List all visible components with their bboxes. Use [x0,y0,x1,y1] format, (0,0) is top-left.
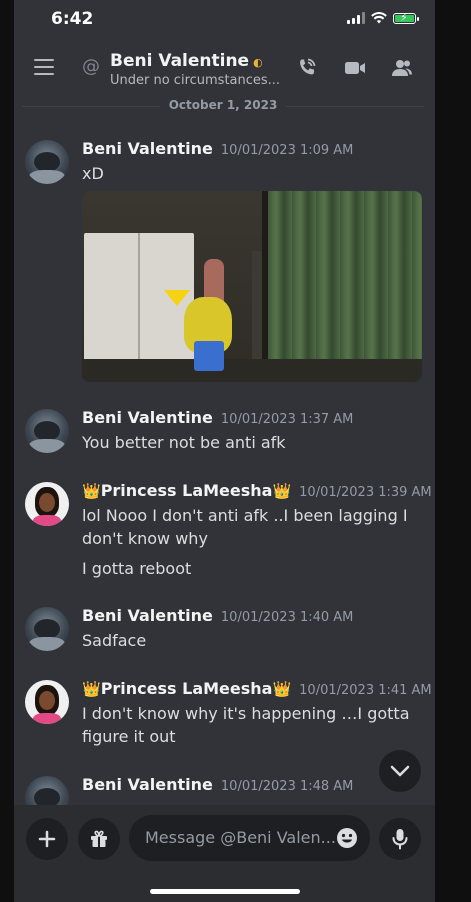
message-author[interactable]: Beni Valentine 10/01/2023 1:37 AM [82,408,353,427]
crown-emoji: 👑 [82,680,101,698]
microphone-icon [392,829,408,850]
message-author[interactable]: 👑Princess LaMeesha👑 10/01/2023 1:41 AM [82,679,432,698]
message-text: Sadface [82,631,147,650]
author-name: Princess LaMeesha [100,679,273,698]
author-name: Beni Valentine [82,408,213,427]
gift-icon [91,830,107,847]
message-timestamp: 10/01/2023 1:37 AM [220,412,354,427]
custom-status: Under no circumstances... [110,73,281,88]
home-indicator[interactable] [150,889,300,894]
gift-button[interactable] [78,818,120,860]
date-divider: October 1, 2023 [22,96,424,118]
avatar[interactable] [25,607,69,651]
emoji-icon[interactable] [336,827,358,849]
message-composer: Message @Beni Valen... [14,805,435,902]
video-camera-icon[interactable] [343,56,367,80]
image-attachment[interactable] [82,191,422,382]
signal-icon [347,12,365,24]
wifi-icon [371,12,387,24]
message-text: lol Nooo I don't anti afk ..I been laggi… [82,506,408,548]
chevron-down-icon [390,765,410,777]
crown-emoji: 👑 [272,482,292,500]
avatar[interactable] [25,680,69,724]
avatar[interactable] [25,482,69,526]
dm-title[interactable]: Beni Valentine ◐ [110,51,263,71]
status-time: 6:42 [51,9,94,29]
message-text: xD [82,164,104,183]
message-timestamp: 10/01/2023 1:09 AM [220,143,354,158]
avatar[interactable] [25,140,69,184]
message-text: I gotta reboot [82,559,192,578]
message-timestamp: 10/01/2023 1:39 AM [299,485,432,500]
battery-icon: ⚡ [393,11,419,24]
message-timestamp: 10/01/2023 1:48 AM [220,779,354,794]
message-text: You better not be anti afk [82,433,286,452]
message-input-placeholder: Message @Beni Valen... [145,828,336,847]
dm-title-text: Beni Valentine [110,51,250,71]
hamburger-menu-icon[interactable] [34,59,54,75]
message-timestamp: 10/01/2023 1:41 AM [299,683,432,698]
status-bar: 6:42 ⚡ [14,0,435,40]
idle-status-icon: ◐ [253,56,263,69]
avatar[interactable] [25,409,69,453]
message-timestamp: 10/01/2023 1:40 AM [220,610,354,625]
phone-call-icon[interactable] [295,56,319,80]
date-divider-label: October 1, 2023 [160,98,286,112]
crown-emoji: 👑 [272,680,292,698]
channel-header: @ Beni Valentine ◐ Under no circumstances… [14,40,435,96]
status-icons: ⚡ [347,11,419,24]
author-name: Princess LaMeesha [100,481,273,500]
at-icon: @ [82,56,100,77]
author-name: Beni Valentine [82,139,213,158]
voice-message-button[interactable] [379,818,421,860]
discord-dm-screen: 6:42 ⚡ @ Beni Valentine ◐ Under no circum… [14,0,435,902]
members-icon[interactable] [390,56,414,80]
crown-emoji: 👑 [82,482,101,500]
author-name: Beni Valentine [82,606,213,625]
message-author[interactable]: Beni Valentine 10/01/2023 1:48 AM [82,775,353,794]
message-text: I don't know why it's happening …I gotta… [82,704,410,746]
jump-to-latest-button[interactable] [379,750,421,792]
message-author[interactable]: Beni Valentine 10/01/2023 1:40 AM [82,606,353,625]
message-author[interactable]: Beni Valentine 10/01/2023 1:09 AM [82,139,353,158]
message-input[interactable]: Message @Beni Valen... [129,815,370,861]
plus-icon [38,830,56,848]
author-name: Beni Valentine [82,775,213,794]
add-attachment-button[interactable] [26,818,68,860]
message-author[interactable]: 👑Princess LaMeesha👑 10/01/2023 1:39 AM [82,481,432,500]
